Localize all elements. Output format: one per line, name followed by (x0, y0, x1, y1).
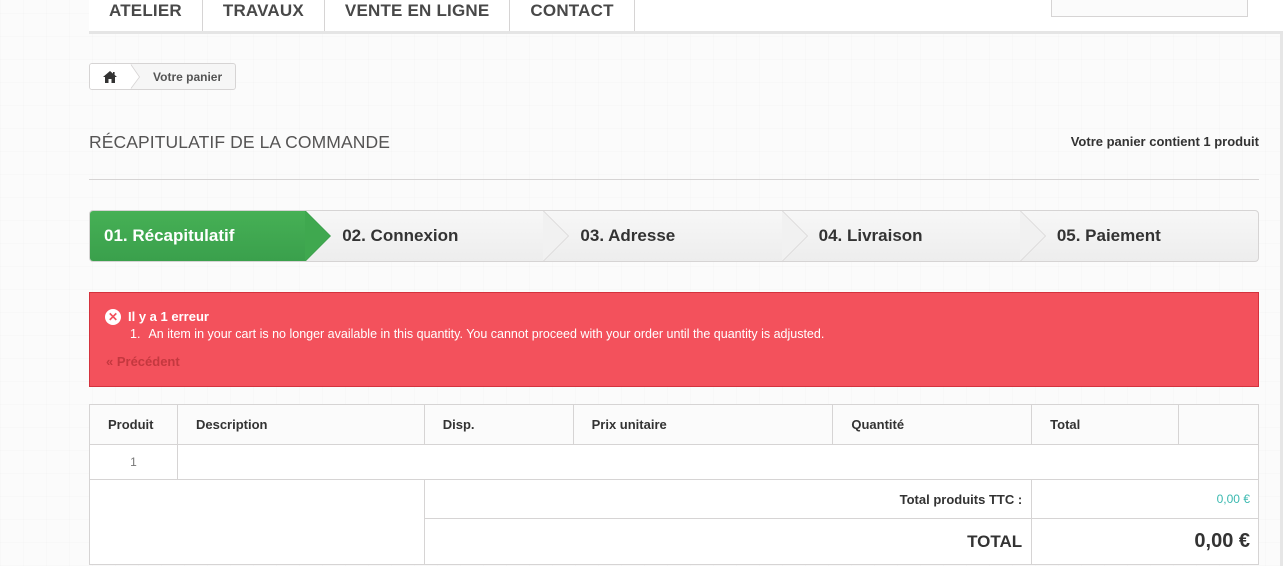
breadcrumb-home-link[interactable] (90, 64, 140, 89)
total-value: 0,00 € (1031, 518, 1259, 565)
breadcrumb: Votre panier (89, 63, 237, 90)
page-title: RÉCAPITULATIF DE LA COMMANDE (89, 132, 390, 152)
menu-item-travaux[interactable]: TRAVAUX (203, 0, 325, 31)
cart-table: Produit Description Disp. Prix unitaire … (89, 404, 1260, 565)
error-alert: ✕ Il y a 1 erreur 1. An item in your cart… (89, 292, 1259, 387)
error-number: 1. (130, 327, 141, 341)
home-icon (103, 70, 117, 83)
top-navigation: ATELIER TRAVAUX VENTE EN LIGNE CONTACT (89, 0, 1283, 34)
subtotal-label: Total produits TTC : (423, 479, 1033, 519)
cart-summary: Votre panier contient 1 produit (1070, 134, 1259, 149)
step-label: 02. Connexion (342, 226, 459, 245)
alert-title: Il y a 1 erreur (128, 309, 209, 324)
row-empty-cells (177, 444, 1260, 480)
error-list: 1. An item in your cart is no longer avai… (130, 327, 824, 341)
order-steps: 01. Récapitulatif 02. Connexion 03. Adre… (89, 210, 1259, 262)
col-disp: Disp. (423, 404, 574, 445)
search-input[interactable] (1051, 0, 1248, 17)
menu-item-vente-en-ligne[interactable]: VENTE EN LIGNE (325, 0, 511, 31)
col-prix-unitaire: Prix unitaire (572, 404, 834, 445)
step-recapitulatif: 01. Récapitulatif (90, 211, 332, 261)
step-label: 03. Adresse (580, 226, 676, 245)
step-paiement[interactable]: 05. Paiement (1020, 211, 1258, 261)
total-label: TOTAL (423, 518, 1033, 565)
error-item: 1. An item in your cart is no longer avai… (130, 327, 824, 341)
step-livraison[interactable]: 04. Livraison (782, 211, 1046, 261)
table-header-row: Produit Description Disp. Prix unitaire … (89, 404, 1259, 445)
breadcrumb-current: Votre panier (153, 69, 223, 84)
col-quantite: Quantité (832, 404, 1033, 445)
col-description: Description (176, 404, 425, 445)
main-menu: ATELIER TRAVAUX VENTE EN LIGNE CONTACT (89, 0, 635, 31)
previous-link[interactable]: « Précédent (106, 354, 180, 369)
table-row: 1 (89, 444, 1260, 480)
step-label: 01. Récapitulatif (104, 226, 235, 245)
step-label: 04. Livraison (818, 226, 923, 245)
error-circle-icon: ✕ (105, 309, 121, 325)
row-index: 1 (89, 444, 178, 480)
col-actions (1178, 404, 1259, 445)
menu-item-atelier[interactable]: ATELIER (89, 0, 203, 31)
page-heading: RÉCAPITULATIF DE LA COMMANDE Votre panie… (89, 128, 1259, 180)
col-total: Total (1031, 404, 1180, 445)
subtotal-value: 0,00 € (1031, 479, 1259, 519)
step-connexion[interactable]: 02. Connexion (305, 211, 570, 261)
step-label: 05. Paiement (1056, 226, 1161, 245)
totals-spacer (89, 479, 425, 565)
menu-item-contact[interactable]: CONTACT (510, 0, 635, 31)
subtotal-row: Total produits TTC : 0,00 € (89, 479, 1259, 565)
step-adresse[interactable]: 03. Adresse (543, 211, 808, 261)
error-text: An item in your cart is no longer availa… (148, 327, 825, 341)
col-produit: Produit (89, 404, 178, 445)
